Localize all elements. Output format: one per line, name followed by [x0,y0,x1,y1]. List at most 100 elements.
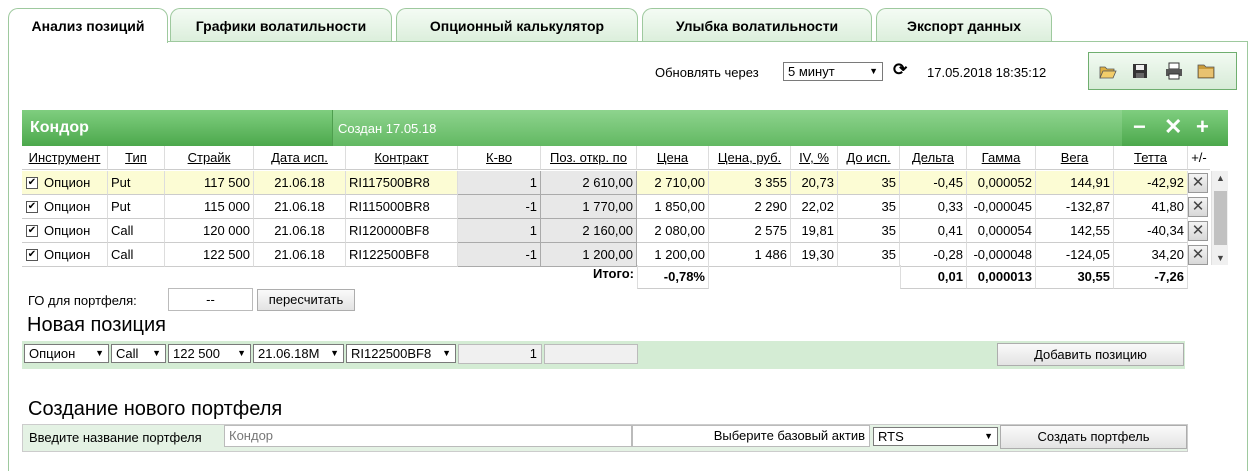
new-date-select[interactable]: 21.06.18М ▼ [253,344,344,363]
scroll-up-icon[interactable]: ▲ [1216,173,1225,183]
cell-open-price[interactable]: 2 160,00 [541,219,637,243]
base-asset-select[interactable]: RTS ▼ [873,427,998,446]
new-strike-value: 122 500 [173,346,220,361]
cell-delta: -0,45 [900,171,967,195]
tab-position-analysis[interactable]: Анализ позиций [8,8,168,43]
tab-option-calculator[interactable]: Опционный калькулятор [396,8,638,41]
close-icon[interactable]: ✕ [1164,116,1182,138]
new-type-select[interactable]: Call ▼ [111,344,166,363]
col-vega[interactable]: Вега [1036,146,1114,170]
cell-delta: 0,33 [900,195,967,219]
collapse-icon[interactable]: − [1133,116,1146,138]
cell-strike: 115 000 [165,195,254,219]
portfolio-name-input[interactable]: Кондор [224,425,632,447]
new-contract-value: RI122500BF8 [351,346,432,361]
cell-expiry: 21.06.18 [254,171,346,195]
cell-delta: 0,41 [900,219,967,243]
cell-open-price[interactable]: 1 200,00 [541,243,637,267]
delete-row-icon[interactable]: ✕ [1188,173,1208,193]
add-position-button[interactable]: Добавить позицию [997,343,1184,366]
cell-price: 1 850,00 [637,195,709,219]
cell-iv: 19,81 [791,219,838,243]
portfolio-title: Кондор [30,119,89,136]
save-icon[interactable] [1131,62,1149,80]
cell-days: 35 [838,219,900,243]
base-asset-value: RTS [878,429,904,444]
col-qty[interactable]: К-во [458,146,541,170]
scroll-down-icon[interactable]: ▼ [1216,253,1225,263]
new-portfolio-title: Создание нового портфеля [28,398,283,420]
cell-contract: RI117500BR8 [346,171,458,195]
add-icon[interactable]: + [1196,116,1209,138]
col-theta[interactable]: Тетта [1114,146,1188,170]
delete-row-icon[interactable]: ✕ [1188,197,1208,217]
cell-qty[interactable]: 1 [458,219,541,243]
cell-qty[interactable]: -1 [458,243,541,267]
row-checkbox[interactable]: ✔ [26,177,38,189]
timestamp: 17.05.2018 18:35:12 [927,65,1047,80]
col-strike[interactable]: Страйк [165,146,254,170]
new-qty-field[interactable]: 1 [458,344,542,364]
table-scrollbar[interactable]: ▲ ▼ [1211,171,1228,265]
col-expiry[interactable]: Дата исп. [254,146,346,170]
totals-label: Итого: [593,266,634,281]
table-row[interactable]: Опцион Call 120 000 21.06.18 RI120000BF8 1 2 1… [22,219,1208,243]
cell-type: Call [108,243,165,267]
cell-theta: 41,80 [1114,195,1188,219]
chevron-down-icon: ▼ [330,345,339,362]
cell-price: 1 200,00 [637,243,709,267]
row-checkbox[interactable]: ✔ [26,201,38,213]
new-strike-select[interactable]: 122 500 ▼ [168,344,251,363]
tab-data-export[interactable]: Экспорт данных [876,8,1052,41]
col-instrument[interactable]: Инструмент [22,146,108,170]
col-delta[interactable]: Дельта [900,146,967,170]
cell-type: Put [108,171,165,195]
cell-contract: RI115000BR8 [346,195,458,219]
cell-price-rub: 2 575 [709,219,791,243]
tab-volatility-smile[interactable]: Улыбка волатильности [642,8,872,41]
refresh-icon[interactable]: ⟳ [893,60,907,80]
col-type[interactable]: Тип [108,146,165,170]
cell-vega: 144,91 [1036,171,1114,195]
new-instrument-select[interactable]: Опцион ▼ [24,344,109,363]
table-row[interactable]: Опцион Call 122 500 21.06.18 RI122500BF8 -1 1 … [22,243,1208,267]
table-row[interactable]: Опцион Put 117 500 21.06.18 RI117500BR8 1 2 61… [22,171,1208,195]
print-icon[interactable] [1165,62,1183,80]
cell-qty[interactable]: -1 [458,195,541,219]
cell-days: 35 [838,195,900,219]
base-asset-label: Выберите базовый актив [632,425,870,447]
recalculate-button[interactable]: пересчитать [257,289,355,311]
refresh-interval-select[interactable]: 5 минут ▼ [783,62,883,81]
new-open-price-field[interactable] [544,344,638,364]
col-price-rub[interactable]: Цена, руб. [709,146,791,170]
totals-delta: 0,01 [900,265,967,289]
new-contract-select[interactable]: RI122500BF8 ▼ [346,344,456,363]
open-folder-icon[interactable] [1099,62,1117,80]
row-checkbox[interactable]: ✔ [26,249,38,261]
cell-strike: 117 500 [165,171,254,195]
cell-vega: -124,05 [1036,243,1114,267]
cell-open-price[interactable]: 2 610,00 [541,171,637,195]
row-checkbox[interactable]: ✔ [26,225,38,237]
cell-qty[interactable]: 1 [458,171,541,195]
delete-row-icon[interactable]: ✕ [1188,221,1208,241]
table-row[interactable]: Опцион Put 115 000 21.06.18 RI115000BR8 -1 1 7… [22,195,1208,219]
cell-gamma: 0,000054 [967,219,1036,243]
col-gamma[interactable]: Гамма [967,146,1036,170]
col-open-price[interactable]: Поз. откр. по [541,146,637,170]
col-contract[interactable]: Контракт [346,146,458,170]
chevron-down-icon: ▼ [152,348,161,358]
folder-icon[interactable] [1197,62,1215,80]
scroll-thumb[interactable] [1214,191,1227,245]
col-price[interactable]: Цена [637,146,709,170]
refresh-label: Обновлять через [655,65,759,80]
cell-open-price[interactable]: 1 770,00 [541,195,637,219]
tab-volatility-charts[interactable]: Графики волатильности [170,8,392,41]
col-iv[interactable]: IV, % [791,146,838,170]
cell-vega: -132,87 [1036,195,1114,219]
col-days[interactable]: До исп. [838,146,900,170]
delete-row-icon[interactable]: ✕ [1188,245,1208,265]
create-portfolio-button[interactable]: Создать портфель [1000,425,1187,449]
chevron-down-icon: ▼ [442,345,451,362]
margin-value-field[interactable]: -- [168,288,253,311]
